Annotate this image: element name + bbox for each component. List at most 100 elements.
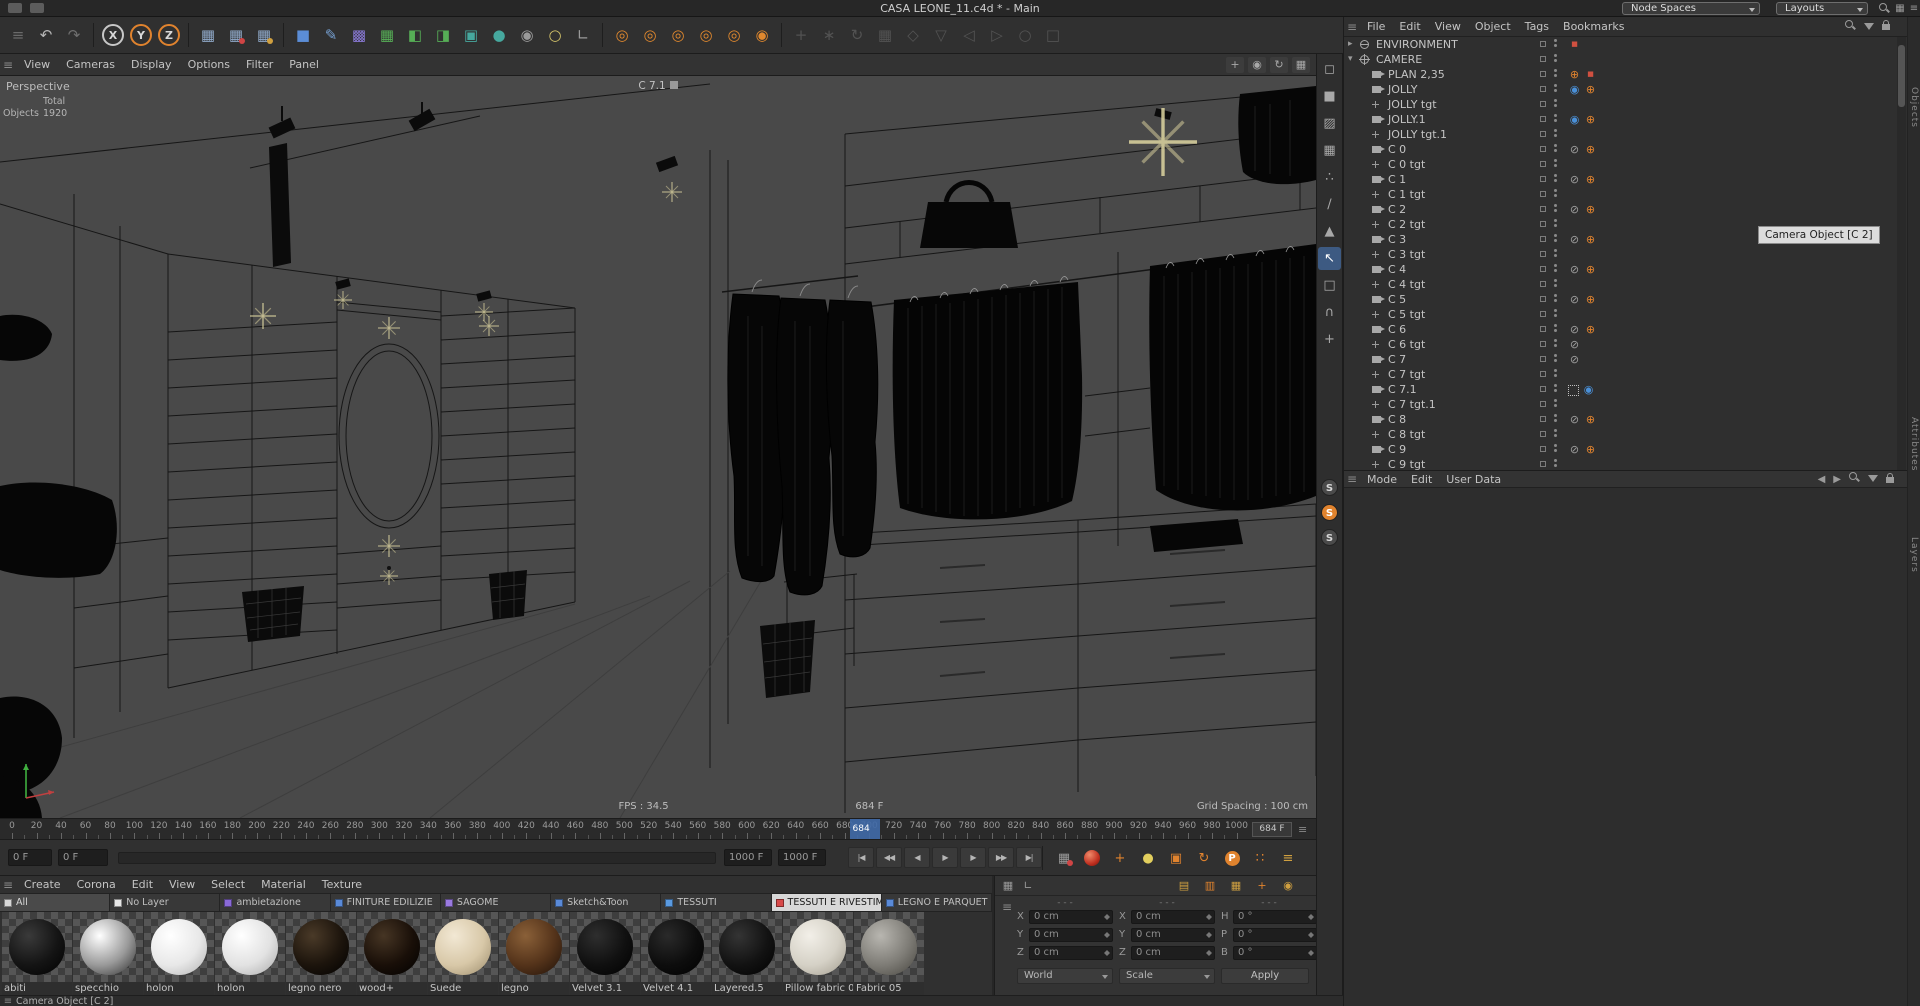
target-tag[interactable]: ⊕ (1584, 413, 1597, 426)
camera-tool-button[interactable]: ◉ (514, 22, 540, 48)
visibility-dots[interactable] (1554, 189, 1557, 199)
light-tool-button[interactable]: ○ (542, 22, 568, 48)
subdivision-surface-button[interactable]: ▩ (346, 22, 372, 48)
layer-tab[interactable]: TESSUTI (661, 894, 771, 911)
object-row[interactable]: ▾ CAMERE (1344, 52, 1920, 67)
layer-chip[interactable] (1540, 416, 1546, 422)
goto-start-button[interactable]: |◀ (848, 847, 874, 868)
material-menu-create[interactable]: Create (16, 878, 69, 891)
layer-chip[interactable] (1540, 41, 1546, 47)
material-item[interactable]: Velvet 3.1 (570, 912, 640, 995)
inactive-tool-button[interactable]: ▷ (984, 22, 1010, 48)
visibility-off-tag[interactable]: ⊘ (1568, 233, 1581, 246)
keyframe-scale-toggle[interactable]: ▣ (1164, 847, 1188, 869)
snap-badge[interactable]: S (1321, 479, 1338, 496)
expand-arrow-icon[interactable]: ▸ (1348, 37, 1358, 52)
object-row[interactable]: C 4 ⊘⊕ (1344, 262, 1920, 277)
viewport-menu-panel[interactable]: Panel (281, 58, 327, 71)
redo-button[interactable]: ↷ (61, 22, 87, 48)
visibility-dots[interactable] (1554, 354, 1557, 364)
inactive-tool-button[interactable]: + (788, 22, 814, 48)
layer-chip[interactable] (1540, 296, 1546, 302)
layer-chip[interactable] (1540, 161, 1546, 167)
keyframe-rotation-toggle[interactable]: ↻ (1192, 847, 1216, 869)
timeline-options-icon[interactable]: ≡ (1298, 823, 1307, 836)
menu-icon[interactable]: ≡ (1908, 3, 1920, 14)
om-menu-tags[interactable]: Tags (1518, 20, 1556, 33)
material-menu-texture[interactable]: Texture (314, 878, 370, 891)
layer-chip[interactable] (1540, 146, 1546, 152)
object-row[interactable]: C 2 tgt (1344, 217, 1920, 232)
dock-tab-objects[interactable]: Objects (1909, 87, 1919, 128)
render-to-picture-viewer-button[interactable]: ▦ (223, 22, 249, 48)
layer-chip[interactable] (1540, 311, 1546, 317)
viewport-orbit-icon[interactable]: ↻ (1270, 57, 1288, 73)
protection-tag[interactable]: ■ (1568, 38, 1581, 51)
visibility-dots[interactable] (1554, 99, 1557, 109)
snap-badge-2[interactable]: S (1321, 529, 1338, 546)
history-forward-icon[interactable]: ▶ (1833, 474, 1841, 485)
grid-icon[interactable]: ▦ (1894, 3, 1906, 14)
material-item[interactable]: holon (144, 912, 214, 995)
visibility-dots[interactable] (1554, 444, 1557, 454)
filter-icon[interactable] (1868, 473, 1878, 485)
attr-menu-edit[interactable]: Edit (1404, 473, 1439, 486)
texture-mode-button[interactable]: ▨ (1318, 112, 1341, 135)
layer-chip[interactable] (1540, 431, 1546, 437)
dock-tab-attributes[interactable]: Attributes (1909, 417, 1919, 471)
target-tag[interactable]: ⊕ (1584, 173, 1597, 186)
visibility-dots[interactable] (1554, 399, 1557, 409)
timeline-playhead[interactable]: 684 (850, 819, 880, 840)
keying-settings-button[interactable]: ≡ (1276, 847, 1300, 869)
inactive-tool-button[interactable]: ○ (1012, 22, 1038, 48)
visibility-off-tag[interactable]: ⊘ (1568, 173, 1581, 186)
visibility-dots[interactable] (1554, 69, 1557, 79)
make-editable-button[interactable]: ◻ (1318, 58, 1341, 81)
visibility-dots[interactable] (1554, 459, 1557, 469)
visibility-dots[interactable] (1554, 84, 1557, 94)
motion-tag[interactable]: ◉ (1568, 83, 1581, 96)
layer-chip[interactable] (1540, 251, 1546, 257)
ruler-icon[interactable]: ∟ (1019, 878, 1037, 894)
visibility-off-tag[interactable]: ⊘ (1568, 203, 1581, 216)
object-row[interactable]: JOLLY ◉⊕ (1344, 82, 1920, 97)
viewport-menu-display[interactable]: Display (123, 58, 180, 71)
material-item[interactable]: wood+ (357, 912, 427, 995)
visibility-dots[interactable] (1554, 414, 1557, 424)
material-menu-edit[interactable]: Edit (124, 878, 161, 891)
motion-tag[interactable]: ◉ (1568, 113, 1581, 126)
mograph-voronoi-button[interactable]: ◎ (721, 22, 747, 48)
layer-chip[interactable] (1540, 341, 1546, 347)
layer-chip[interactable] (1540, 206, 1546, 212)
visibility-dots[interactable] (1554, 369, 1557, 379)
edges-mode-button[interactable]: ∕ (1318, 193, 1341, 216)
timeline-ruler[interactable]: 0204060801001201401601802002202402602803… (0, 818, 1316, 840)
target-tag[interactable]: ⊕ (1584, 233, 1597, 246)
material-menu-icon[interactable]: ≡ (0, 878, 16, 892)
object-row[interactable]: C 5 tgt (1344, 307, 1920, 322)
axis-z-lock-button[interactable]: Z (158, 24, 180, 46)
layer-chip[interactable] (1540, 281, 1546, 287)
om-menu-bookmarks[interactable]: Bookmarks (1556, 20, 1631, 33)
array-button[interactable]: ▦ (374, 22, 400, 48)
material-item[interactable]: specchio (73, 912, 143, 995)
viewport-menu-cameras[interactable]: Cameras (58, 58, 123, 71)
target-tag[interactable]: ⊕ (1584, 263, 1597, 276)
object-row[interactable]: PLAN 2,35 ⊕■ (1344, 67, 1920, 82)
layer-chip[interactable] (1540, 446, 1546, 452)
layer-tab[interactable]: TESSUTI E RIVESTIMENTI (772, 894, 882, 911)
visibility-off-tag[interactable]: ⊘ (1568, 443, 1581, 456)
layer-chip[interactable] (1540, 371, 1546, 377)
target-tag[interactable]: ⊕ (1584, 143, 1597, 156)
axis-modify-button[interactable]: + (1318, 328, 1341, 351)
axis-x-lock-button[interactable]: X (102, 24, 124, 46)
stepper-down-icon[interactable] (1206, 953, 1212, 956)
inactive-tool-button[interactable]: ∗ (816, 22, 842, 48)
viewport-menu-view[interactable]: View (16, 58, 58, 71)
status-menu-icon[interactable]: ≡ (0, 996, 16, 1006)
inactive-tool-button[interactable]: ▽ (928, 22, 954, 48)
expand-arrow-icon[interactable]: ▾ (1348, 52, 1358, 67)
layer-chip[interactable] (1540, 131, 1546, 137)
instance-button[interactable]: ▣ (458, 22, 484, 48)
layer-tab[interactable]: No Layer (110, 894, 220, 911)
